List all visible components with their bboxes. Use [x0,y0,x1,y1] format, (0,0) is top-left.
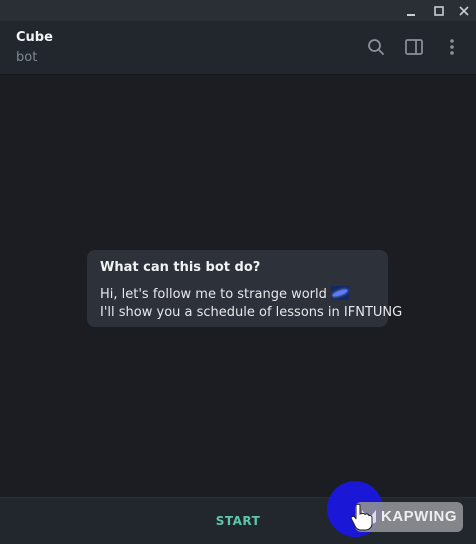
maximize-button[interactable] [427,0,451,21]
watermark-text: KAPWING [381,508,457,525]
bot-intro-card: What can this bot do? Hi, let's follow m… [87,250,403,327]
more-options-button[interactable] [441,36,463,58]
bot-intro-text: Hi, let's follow me to strange world [100,287,327,302]
minimize-button[interactable] [399,0,423,21]
maximize-icon [434,5,444,16]
hand-cursor-icon [350,503,373,531]
chat-title[interactable]: Cube [16,30,53,45]
bot-intro-line: Hi, let's follow me to strange world [100,286,375,304]
galaxy-emoji-icon [330,286,349,300]
close-icon [459,5,469,16]
window-titlebar [0,0,476,21]
search-icon [368,39,384,55]
minimize-icon [407,13,415,16]
sidebar-toggle-icon [405,39,423,55]
chat-header[interactable]: Cube bot [0,21,476,75]
close-button[interactable] [452,0,476,21]
telegram-window: Cube bot What can this bot do? Hi, let's… [0,0,476,544]
bot-intro-line: I'll show you a schedule of lessons in I… [100,305,403,320]
chat-status: bot [16,50,38,65]
more-vert-icon [450,39,454,55]
search-button[interactable] [365,36,387,58]
sidebar-toggle-button[interactable] [403,36,425,58]
message-area[interactable]: What can this bot do? Hi, let's follow m… [0,75,476,497]
bot-intro-title: What can this bot do? [100,260,261,275]
start-button[interactable]: START [190,506,286,536]
